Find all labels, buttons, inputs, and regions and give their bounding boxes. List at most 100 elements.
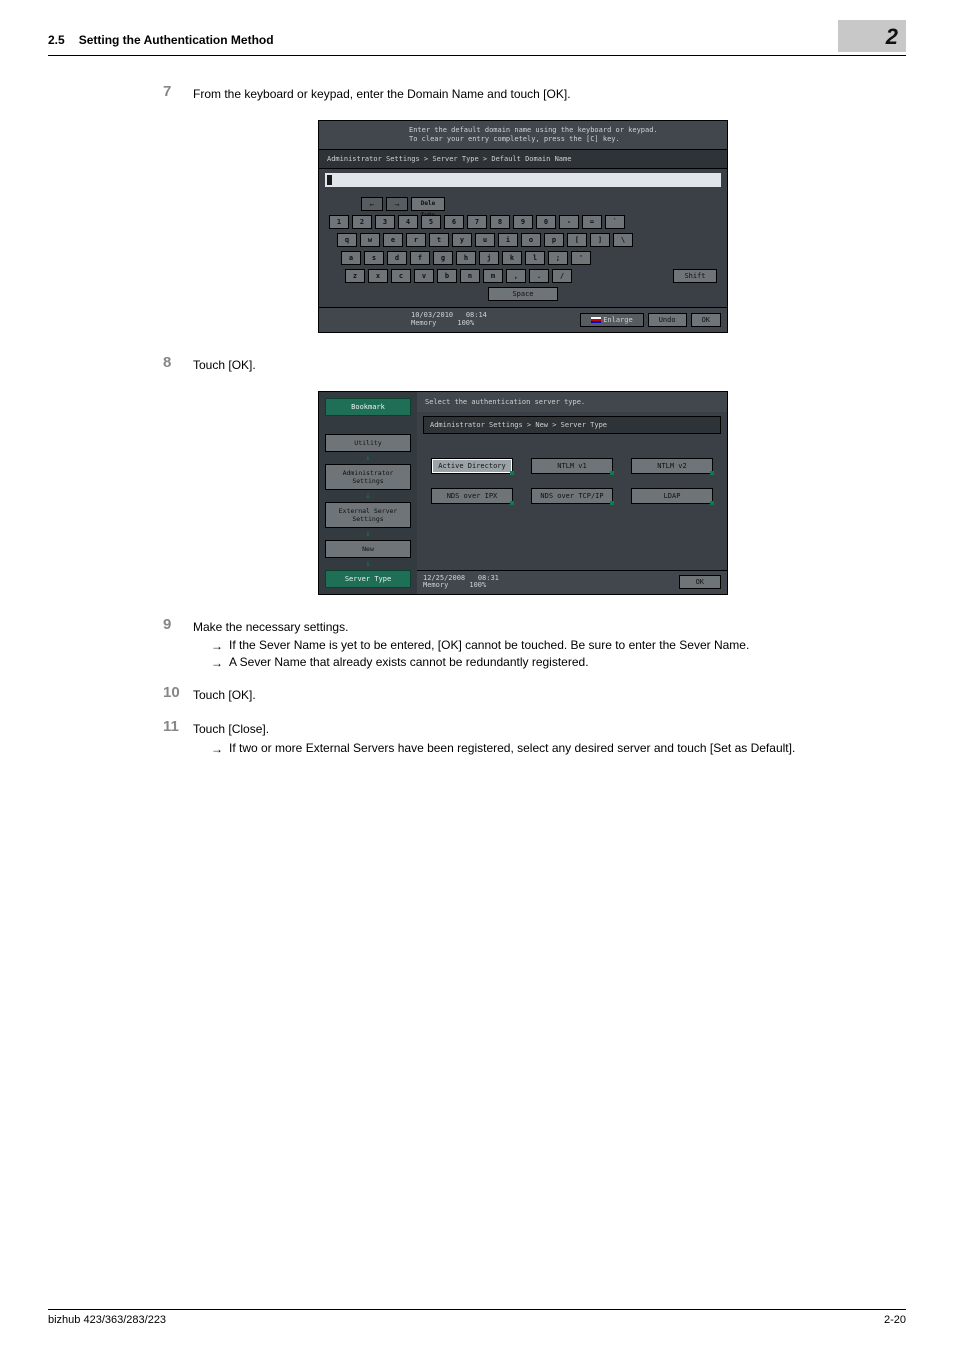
arrow-right-key[interactable]: → — [386, 197, 408, 211]
key-b[interactable]: b — [437, 269, 457, 283]
page-footer: bizhub 423/363/283/223 2-20 — [48, 1309, 906, 1326]
key-o[interactable]: o — [521, 233, 541, 247]
section-number: 2.5 — [48, 33, 65, 47]
option-ldap[interactable]: LDAP — [631, 488, 713, 504]
key-,[interactable]: , — [506, 269, 526, 283]
nav-new[interactable]: New — [325, 540, 411, 558]
key-k[interactable]: k — [502, 251, 522, 265]
key-e[interactable]: e — [383, 233, 403, 247]
key-;[interactable]: ; — [548, 251, 568, 265]
key-x[interactable]: x — [368, 269, 388, 283]
key-m[interactable]: m — [483, 269, 503, 283]
hint-text: Enter the default domain name using the … — [319, 121, 727, 149]
key-y[interactable]: y — [452, 233, 472, 247]
key-3[interactable]: 3 — [375, 215, 395, 229]
key-9[interactable]: 9 — [513, 215, 533, 229]
nav-utility[interactable]: Utility — [325, 434, 411, 452]
key-i[interactable]: i — [498, 233, 518, 247]
status-datetime: 12/25/2008 08:31 Memory 100% — [423, 575, 499, 590]
shift-key[interactable]: Shift — [673, 269, 717, 283]
key-'[interactable]: ' — [571, 251, 591, 265]
key-f[interactable]: f — [410, 251, 430, 265]
key-z[interactable]: z — [345, 269, 365, 283]
step-text: From the keyboard or keypad, enter the D… — [193, 86, 906, 102]
key-][interactable]: ] — [590, 233, 610, 247]
screenshot-domain-name-keyboard: Enter the default domain name using the … — [318, 120, 728, 333]
step-sub: If two or more External Servers have bee… — [211, 741, 906, 755]
key-1[interactable]: 1 — [329, 215, 349, 229]
step-number: 7 — [163, 83, 171, 100]
bookmark-button[interactable]: Bookmark — [325, 398, 411, 416]
breadcrumb: Administrator Settings > New > Server Ty… — [423, 416, 721, 434]
step-number: 10 — [163, 684, 180, 701]
step-10: 10 Touch [OK]. — [193, 687, 906, 703]
on-screen-keyboard: ← → Dele TyOn 1234567890-=` qwertyuiop[]… — [319, 189, 727, 307]
key-.[interactable]: . — [529, 269, 549, 283]
key-2[interactable]: 2 — [352, 215, 372, 229]
step-number: 11 — [163, 718, 179, 735]
key-5[interactable]: 5 — [421, 215, 441, 229]
key-l[interactable]: l — [525, 251, 545, 265]
key-w[interactable]: w — [360, 233, 380, 247]
step-text: Make the necessary settings. — [193, 619, 906, 635]
status-bar: 10/03/2010 08:14 Memory 100% Enlarge Und… — [319, 307, 727, 331]
breadcrumb: Administrator Settings > Server Type > D… — [319, 149, 727, 169]
step-text: Touch [Close]. — [193, 721, 906, 737]
option-active-directory[interactable]: Active Directory — [431, 458, 513, 474]
key-d[interactable]: d — [387, 251, 407, 265]
key-v[interactable]: v — [414, 269, 434, 283]
step-8: 8 Touch [OK]. — [193, 357, 906, 373]
key-7[interactable]: 7 — [467, 215, 487, 229]
delete-key[interactable]: Dele TyOn — [411, 197, 445, 211]
side-nav: Bookmark Utility ↓ Administrator Setting… — [319, 392, 417, 594]
ok-button[interactable]: OK — [691, 313, 721, 327]
option-ntlm-v1[interactable]: NTLM v1 — [531, 458, 613, 474]
key-`[interactable]: ` — [605, 215, 625, 229]
enlarge-button[interactable]: Enlarge — [580, 313, 644, 327]
key-u[interactable]: u — [475, 233, 495, 247]
space-key[interactable]: Space — [488, 287, 558, 301]
key-t[interactable]: t — [429, 233, 449, 247]
key-c[interactable]: c — [391, 269, 411, 283]
panel-title: Select the authentication server type. — [417, 392, 727, 412]
key-n[interactable]: n — [460, 269, 480, 283]
domain-name-input[interactable] — [325, 173, 721, 187]
key-a[interactable]: a — [341, 251, 361, 265]
key-s[interactable]: s — [364, 251, 384, 265]
key-0[interactable]: 0 — [536, 215, 556, 229]
arrow-down-icon: ↓ — [325, 530, 411, 538]
key-j[interactable]: j — [479, 251, 499, 265]
key-=[interactable]: = — [582, 215, 602, 229]
arrow-down-icon: ↓ — [325, 560, 411, 568]
key-8[interactable]: 8 — [490, 215, 510, 229]
ok-button[interactable]: OK — [679, 575, 721, 589]
arrow-down-icon: ↓ — [325, 454, 411, 462]
key--[interactable]: - — [559, 215, 579, 229]
key-[[interactable]: [ — [567, 233, 587, 247]
footer-page: 2-20 — [884, 1314, 906, 1326]
screenshot-server-type: Bookmark Utility ↓ Administrator Setting… — [318, 391, 728, 595]
nav-admin-settings[interactable]: Administrator Settings — [325, 464, 411, 490]
key-\[interactable]: \ — [613, 233, 633, 247]
option-ntlm-v2[interactable]: NTLM v2 — [631, 458, 713, 474]
key-/[interactable]: / — [552, 269, 572, 283]
step-7: 7 From the keyboard or keypad, enter the… — [193, 86, 906, 102]
arrow-left-key[interactable]: ← — [361, 197, 383, 211]
key-r[interactable]: r — [406, 233, 426, 247]
option-nds-tcpip[interactable]: NDS over TCP/IP — [531, 488, 613, 504]
option-nds-ipx[interactable]: NDS over IPX — [431, 488, 513, 504]
key-q[interactable]: q — [337, 233, 357, 247]
undo-button[interactable]: Undo — [648, 313, 687, 327]
nav-server-type[interactable]: Server Type — [325, 570, 411, 588]
arrow-down-icon: ↓ — [325, 492, 411, 500]
section-title: Setting the Authentication Method — [79, 33, 838, 47]
hint-line-1: Enter the default domain name using the … — [409, 126, 719, 135]
nav-external-server[interactable]: External Server Settings — [325, 502, 411, 528]
key-4[interactable]: 4 — [398, 215, 418, 229]
key-6[interactable]: 6 — [444, 215, 464, 229]
key-p[interactable]: p — [544, 233, 564, 247]
step-text: Touch [OK]. — [193, 357, 906, 373]
key-h[interactable]: h — [456, 251, 476, 265]
step-11: 11 Touch [Close]. If two or more Externa… — [193, 721, 906, 754]
key-g[interactable]: g — [433, 251, 453, 265]
